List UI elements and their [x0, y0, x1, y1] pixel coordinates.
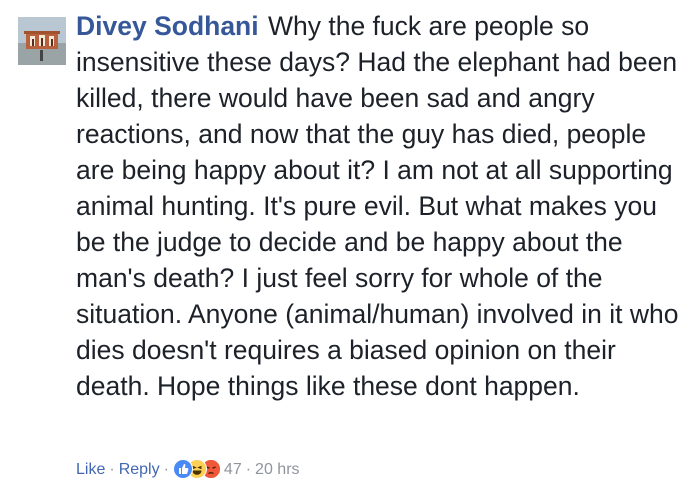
comment-timestamp[interactable]: 20 hrs — [255, 461, 299, 478]
reply-button[interactable]: Reply — [119, 461, 160, 478]
comment-text: Why the fuck are people so insensitive t… — [76, 11, 679, 401]
reaction-count[interactable]: 47 — [224, 461, 242, 478]
like-button[interactable]: Like — [76, 461, 105, 478]
like-icon — [172, 459, 193, 479]
separator: · — [109, 461, 115, 478]
comment-body: Divey Sodhani Why the fuck are people so… — [76, 8, 688, 404]
comment-author[interactable]: Divey Sodhani — [76, 11, 259, 41]
reactions-summary[interactable] — [172, 458, 223, 479]
separator: · — [245, 461, 252, 478]
avatar[interactable] — [18, 17, 66, 65]
comment-actions: Like · Reply · 47 · 20 hrs — [76, 458, 300, 481]
comment: Divey Sodhani Why the fuck are people so… — [0, 0, 700, 488]
separator: · — [163, 461, 169, 478]
avatar-image — [18, 17, 66, 65]
